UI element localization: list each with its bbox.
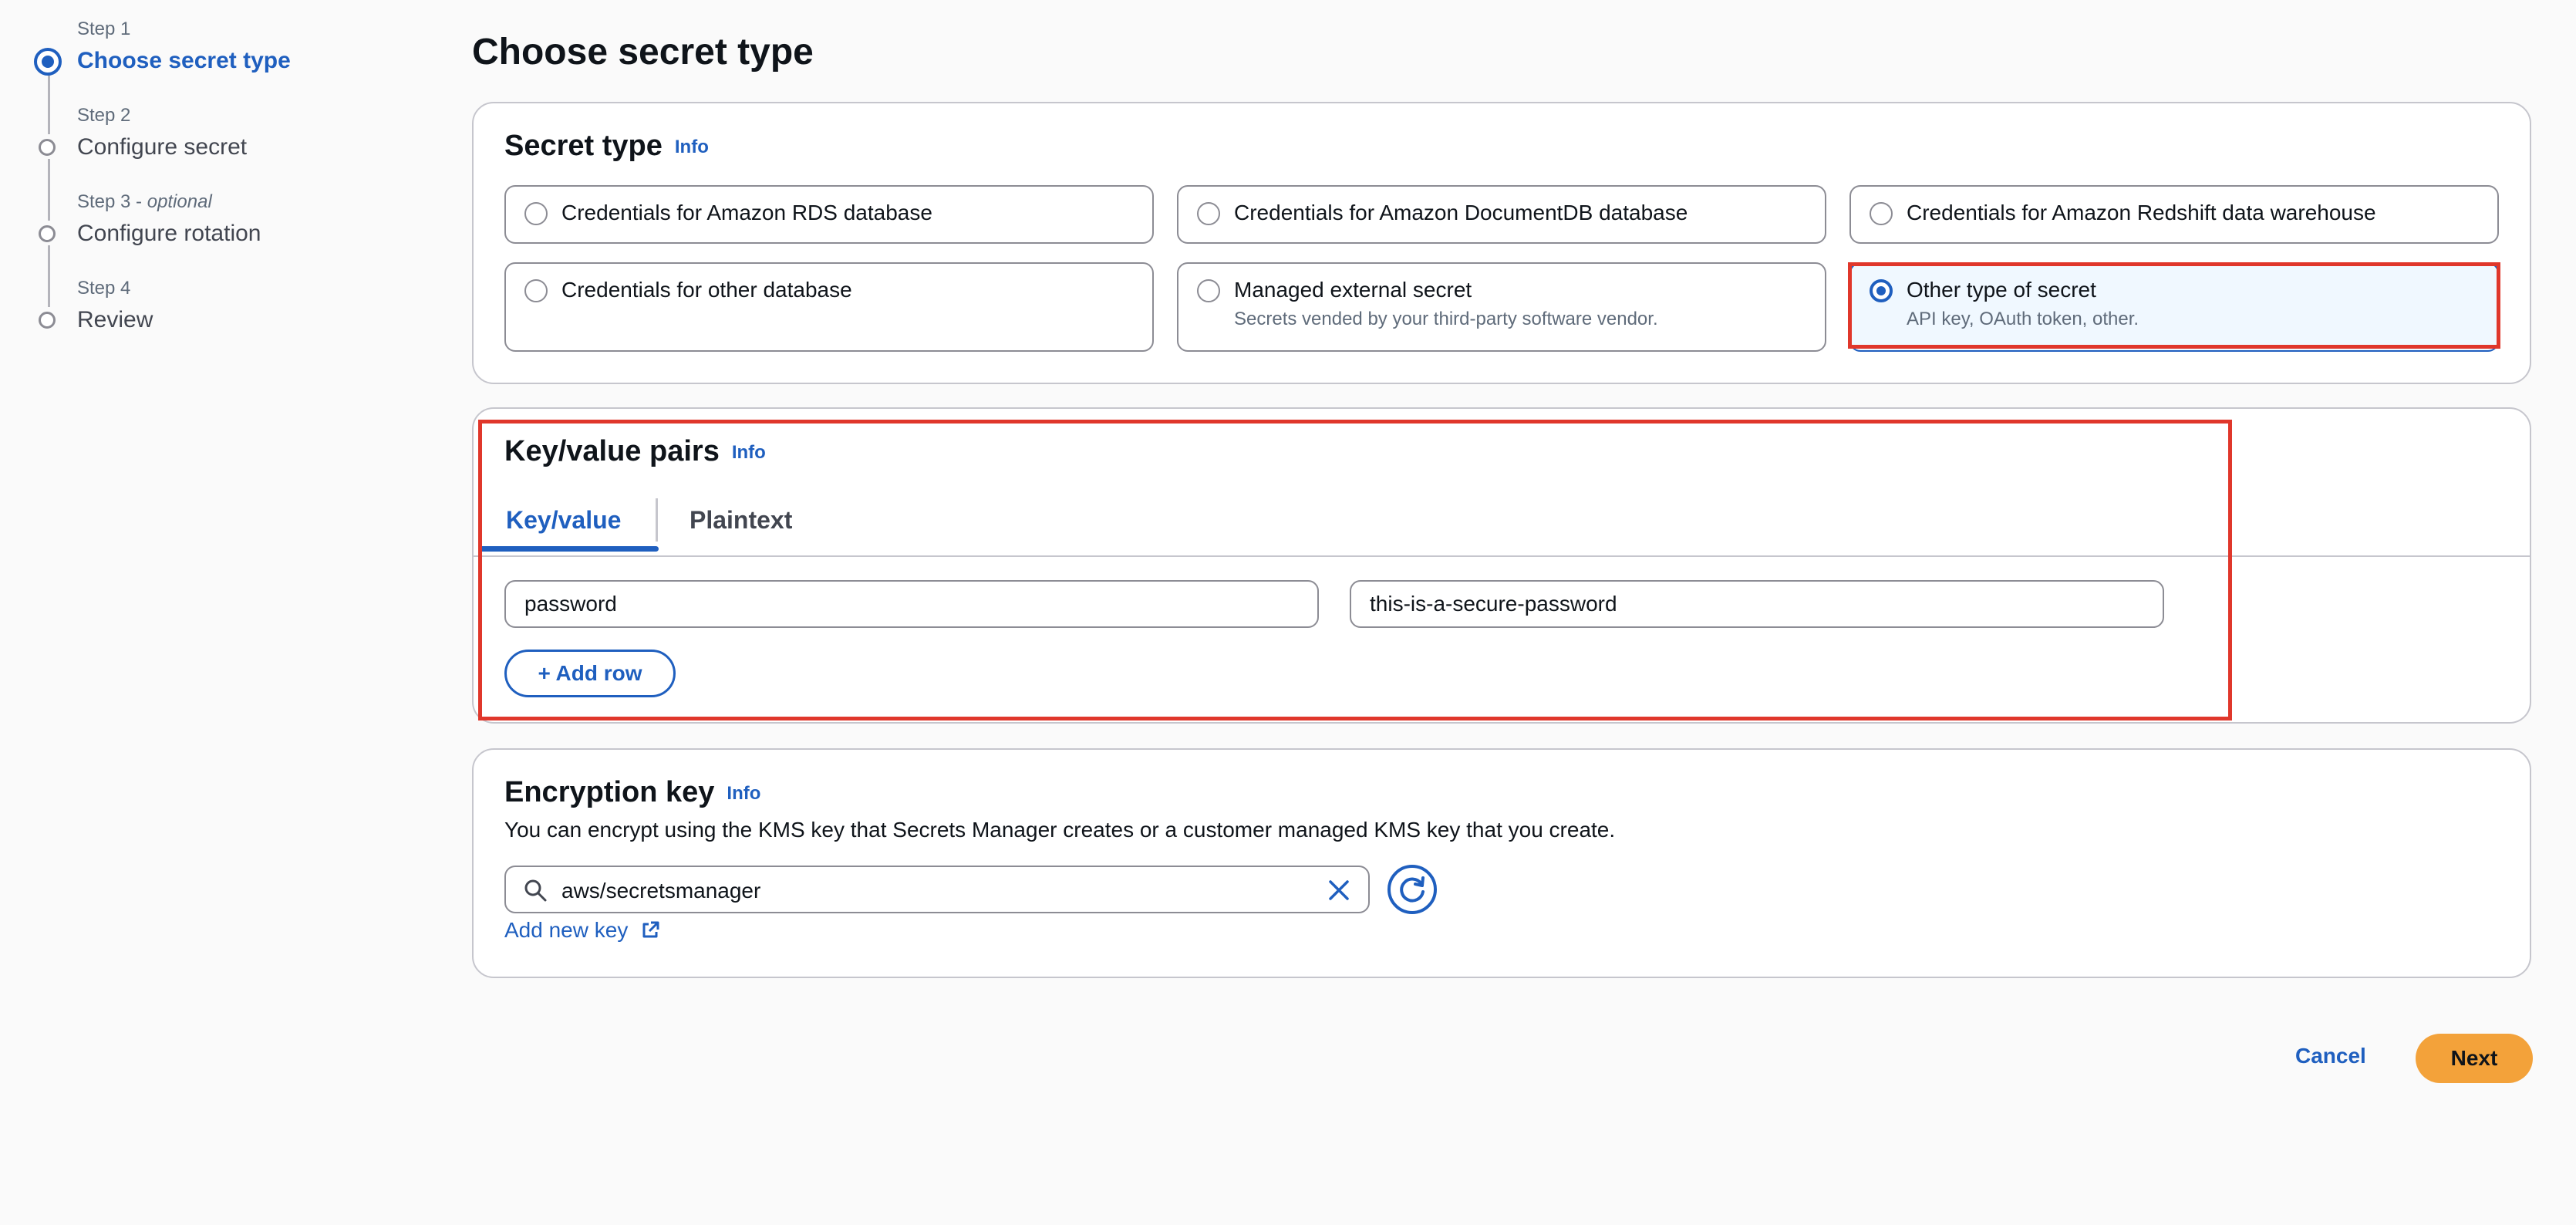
option-label: Credentials for Amazon RDS database <box>561 201 932 224</box>
key-value-panel: Key/value pairs Info Key/value Plaintext … <box>472 407 2531 724</box>
encryption-key-panel: Encryption key Info You can encrypt using… <box>472 748 2531 978</box>
page-title: Choose secret type <box>472 32 814 73</box>
secret-type-option-managed-external[interactable]: Managed external secret Secrets vended b… <box>1177 262 1826 352</box>
step-indicator <box>39 312 56 329</box>
step-number: Step 4 <box>77 278 131 299</box>
external-link-icon <box>642 921 659 938</box>
option-label: Credentials for Amazon DocumentDB databa… <box>1234 201 1688 224</box>
secret-type-option-redshift[interactable]: Credentials for Amazon Redshift data war… <box>1849 185 2499 244</box>
panel-title: Secret type Info <box>504 130 709 163</box>
add-new-key-label: Add new key <box>504 918 629 942</box>
option-label: Credentials for other database <box>561 278 852 302</box>
step-title: Configure rotation <box>77 221 261 246</box>
step-indicator <box>39 225 56 242</box>
option-description: API key, OAuth token, other. <box>1907 309 2139 329</box>
tab-active-indicator <box>478 546 659 552</box>
secret-type-heading: Secret type <box>504 130 663 162</box>
step-connector <box>48 245 50 307</box>
secret-type-panel: Secret type Info Credentials for Amazon R… <box>472 102 2531 384</box>
step-connector <box>48 74 50 134</box>
close-icon[interactable] <box>1327 878 1351 903</box>
info-link[interactable]: Info <box>675 137 709 157</box>
step-connector <box>48 159 50 221</box>
key-input[interactable] <box>504 580 1319 628</box>
search-icon <box>524 879 547 902</box>
value-input[interactable] <box>1350 580 2164 628</box>
refresh-icon[interactable] <box>1387 864 1438 915</box>
encryption-description: You can encrypt using the KMS key that S… <box>504 818 1616 842</box>
tabs-divider <box>474 555 2530 557</box>
step-number: Step 1 <box>77 19 131 39</box>
tab-key-value[interactable]: Key/value <box>506 506 621 535</box>
step-title: Configure secret <box>77 134 248 160</box>
key-value-heading: Key/value pairs <box>504 435 720 467</box>
add-new-key-link[interactable]: Add new key <box>504 918 660 943</box>
cancel-button[interactable]: Cancel <box>2291 1043 2371 1069</box>
tab-separator <box>656 498 658 542</box>
info-link[interactable]: Info <box>732 442 766 463</box>
step-number: Step 2 <box>77 105 131 126</box>
secret-type-option-rds[interactable]: Credentials for Amazon RDS database <box>504 185 1154 244</box>
radio-button[interactable] <box>1197 279 1220 302</box>
panel-title: Encryption key Info <box>504 776 760 809</box>
radio-button[interactable] <box>524 279 548 302</box>
secret-type-option-documentdb[interactable]: Credentials for Amazon DocumentDB databa… <box>1177 185 1826 244</box>
step-title: Choose secret type <box>77 48 291 73</box>
step-number: Step 3 - optional <box>77 191 212 212</box>
next-button[interactable]: Next <box>2416 1034 2533 1083</box>
secret-type-option-other-secret[interactable]: Other type of secret API key, OAuth toke… <box>1849 262 2499 352</box>
option-label: Managed external secret <box>1234 278 1472 302</box>
panel-title: Key/value pairs Info <box>504 435 766 468</box>
step-indicator <box>39 139 56 156</box>
encryption-heading: Encryption key <box>504 776 715 808</box>
optional-tag: optional <box>147 191 212 212</box>
option-description: Secrets vended by your third-party softw… <box>1234 309 1658 329</box>
option-label: Other type of secret <box>1907 278 2096 302</box>
kms-key-input[interactable] <box>560 873 1257 909</box>
radio-button[interactable] <box>1197 202 1220 225</box>
kms-key-select[interactable] <box>504 866 1370 913</box>
radio-button-selected[interactable] <box>1870 279 1893 302</box>
info-link[interactable]: Info <box>727 783 760 804</box>
tab-plaintext[interactable]: Plaintext <box>690 506 792 535</box>
step-indicator-active <box>34 48 62 76</box>
secret-type-option-other-database[interactable]: Credentials for other database <box>504 262 1154 352</box>
radio-button[interactable] <box>1870 202 1893 225</box>
option-label: Credentials for Amazon Redshift data war… <box>1907 201 2376 224</box>
add-row-button[interactable]: + Add row <box>504 650 676 697</box>
radio-button[interactable] <box>524 202 548 225</box>
step-title: Review <box>77 307 153 332</box>
